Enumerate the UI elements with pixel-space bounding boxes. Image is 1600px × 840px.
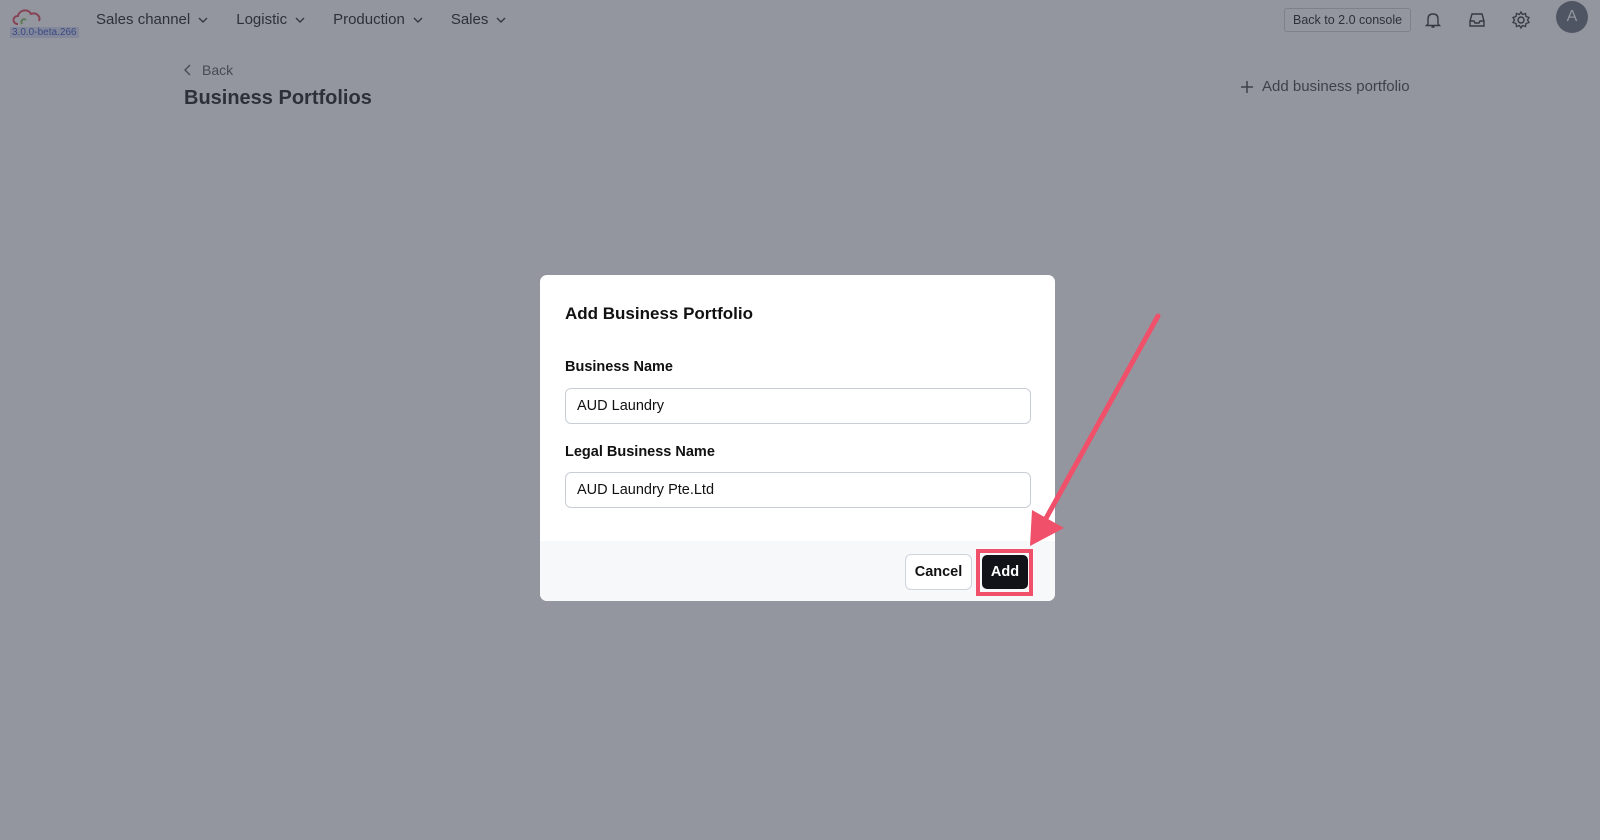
add-business-portfolio-dialog: Add Business Portfolio Business Name Leg… — [540, 275, 1055, 601]
cancel-button[interactable]: Cancel — [905, 554, 972, 590]
business-name-input[interactable] — [565, 388, 1031, 424]
business-name-label: Business Name — [565, 359, 673, 375]
add-button[interactable]: Add — [982, 555, 1028, 589]
legal-business-name-label: Legal Business Name — [565, 444, 715, 460]
legal-business-name-input[interactable] — [565, 472, 1031, 508]
dialog-title: Add Business Portfolio — [565, 304, 753, 323]
dialog-footer: Cancel Add — [540, 541, 1055, 601]
